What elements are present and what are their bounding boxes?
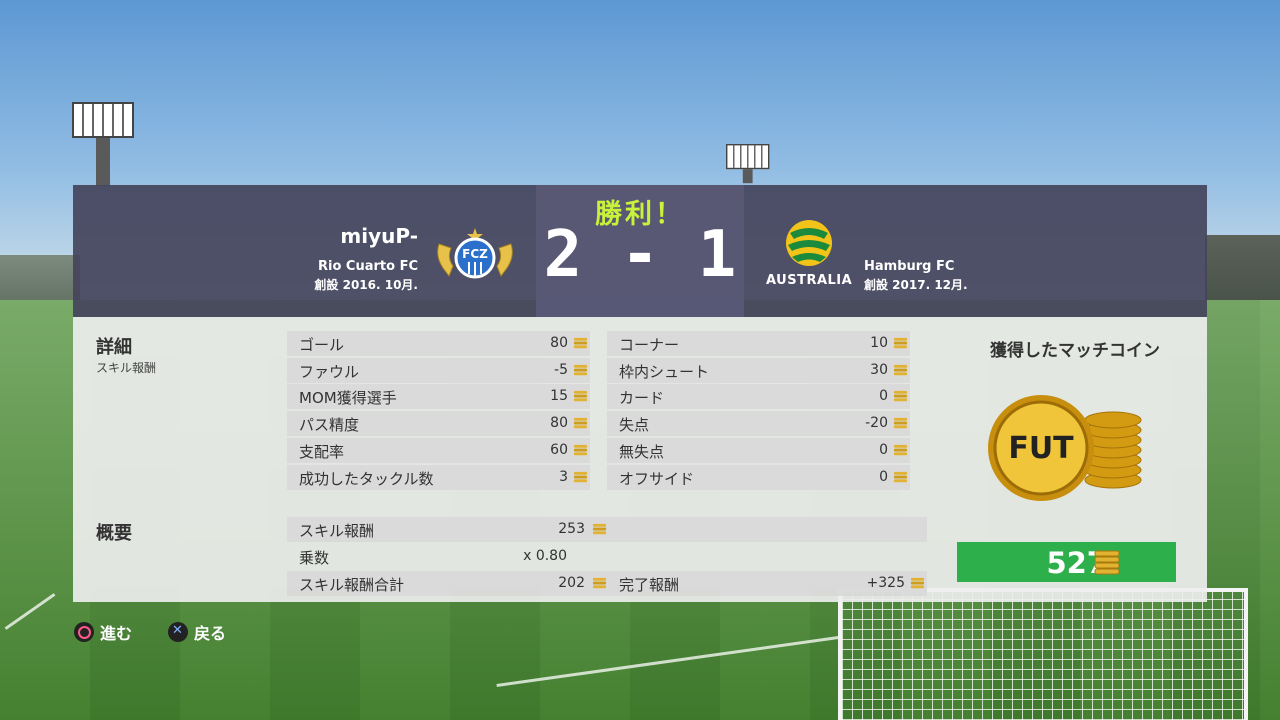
cross-button-icon [168,622,188,642]
goal-net [838,588,1248,720]
home-founded: 創設 2016. 10月. [314,278,418,292]
stat-value: 60 [550,441,568,458]
stat-row: 枠内シュート 30 [607,357,910,383]
stat-row: パス精度 80 [287,411,590,437]
match-score: 2 - 1 [543,218,737,292]
stat-value: -5 [554,361,568,378]
summary-row-multiplier: 乗数 x 0.80 [287,544,927,569]
details-subtitle: スキル報酬 [96,361,157,375]
away-club-name: Hamburg FC [864,259,955,274]
stat-row: 支配率 60 [287,437,590,463]
coins-total-value: 527 [1046,546,1107,580]
summary-label: 完了報酬 [619,576,680,594]
circle-button-icon [74,622,94,642]
home-player-name: miyuP- [340,224,418,248]
stat-label: 成功したタックル数 [299,469,434,488]
coin-icon [592,523,607,535]
next-label: 進む [100,624,133,643]
stat-label: オフサイド [619,469,695,488]
stat-label: 支配率 [299,442,345,461]
fut-coin-icon: FUT [985,392,1145,502]
stat-value: -20 [865,415,888,432]
stat-label: 無失点 [619,442,665,461]
coin-icon [573,364,588,375]
stat-value: 80 [550,415,568,432]
summary-value: 202 [558,575,585,591]
coin-stack-icon [1094,550,1120,575]
floodlight-left [72,102,134,186]
stat-label: コーナー [619,336,680,354]
summary-value: 253 [558,521,585,537]
summary-value: +325 [866,575,905,591]
coin-icon [573,391,588,402]
stat-value: 15 [550,388,568,405]
summary-title: 概要 [96,523,132,544]
coin-icon [573,444,588,455]
back-label: 戻る [194,624,227,643]
away-crest-icon: AUSTRALIA [766,219,852,289]
away-crest-text: AUSTRALIA [766,273,853,288]
summary-row-skill-reward: スキル報酬 253 [287,517,927,542]
stat-row: 失点 -20 [607,411,910,437]
coin-icon [592,577,607,589]
summary-label: スキル報酬合計 [299,576,405,594]
stat-row: カード 0 [607,384,910,410]
stat-row: コーナー 10 [607,331,910,356]
stat-value: 10 [870,335,888,351]
stat-row: 成功したタックル数 3 [287,464,590,490]
details-title: 詳細 [96,337,132,358]
coin-icon [573,337,588,349]
coin-icon [893,471,908,482]
stat-label: MOM獲得選手 [299,389,397,408]
coin-icon [893,444,908,455]
coin-icon [910,577,925,589]
coins-earned-title: 獲得したマッチコイン [990,341,1160,361]
stat-row: 無失点 0 [607,437,910,463]
stat-value: 80 [550,335,568,351]
home-club-name: Rio Cuarto FC [318,259,418,274]
back-button[interactable]: 戻る [168,620,226,644]
stat-label: 枠内シュート [619,362,710,381]
stat-row: オフサイド 0 [607,464,910,490]
stat-value: 30 [870,361,888,378]
stat-row: MOM獲得選手 15 [287,384,590,410]
coin-icon [893,364,908,375]
home-crest-text: FCZ [462,247,488,261]
stat-label: ゴール [299,336,345,354]
coin-icon [573,471,588,482]
summary-label: スキル報酬 [299,522,375,540]
stat-label: ファウル [299,362,360,381]
stat-label: カード [619,389,665,408]
stat-value: 0 [879,468,888,485]
coin-icon [893,337,908,349]
stat-label: パス精度 [299,416,360,435]
coins-total-box: 527 [957,542,1176,582]
stat-label: 失点 [619,416,650,435]
coin-icon [573,417,588,429]
stat-row: ファウル -5 [287,357,590,383]
home-crest-icon: FCZ [433,226,517,284]
stat-value: 0 [879,388,888,405]
fut-logo-text: FUT [1008,431,1074,466]
next-button[interactable]: 進む [74,620,132,644]
summary-value: x 0.80 [523,548,567,564]
summary-row-skill-total: スキル報酬合計 202 完了報酬 +325 [287,571,927,596]
stat-value: 3 [559,468,568,485]
stat-row: ゴール 80 [287,331,590,356]
coin-icon [893,417,908,429]
floodlight-right [726,144,770,184]
summary-label: 乗数 [299,549,330,567]
away-founded: 創設 2017. 12月. [864,278,968,292]
coin-icon [893,391,908,402]
stat-value: 0 [879,441,888,458]
